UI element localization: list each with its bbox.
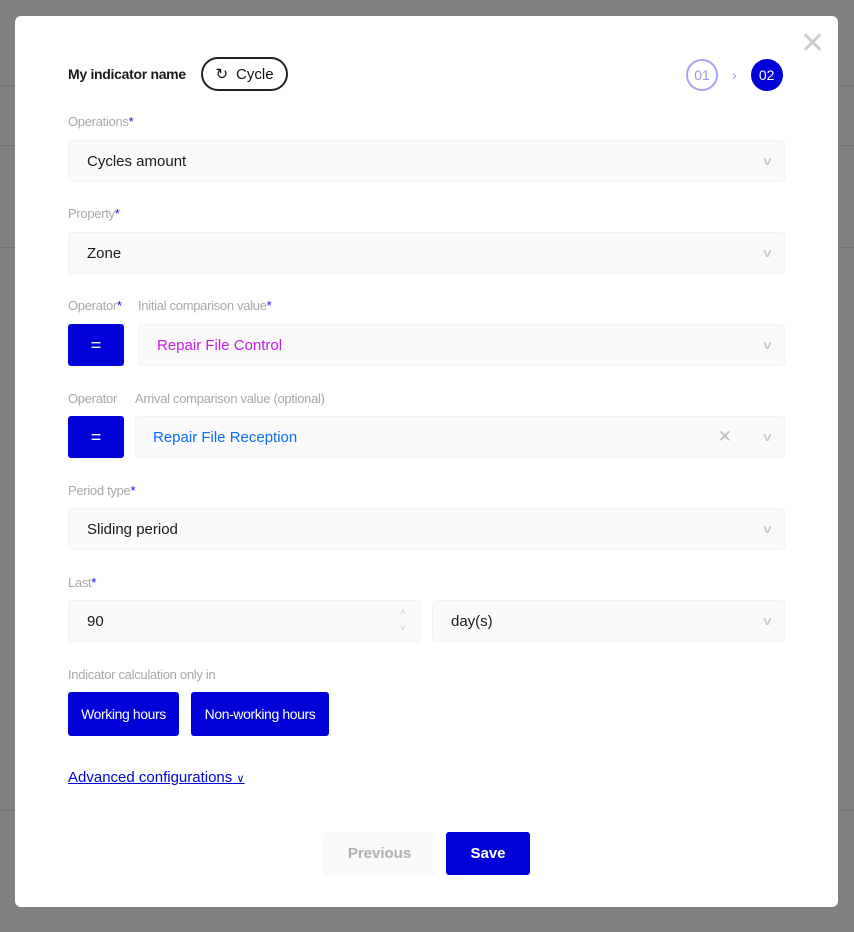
initial-operator-label: Operator* xyxy=(68,298,122,313)
step-02[interactable]: 02 xyxy=(750,59,783,91)
property-label: Property* xyxy=(68,206,120,221)
property-select[interactable]: Zone ∨ xyxy=(68,232,785,274)
property-value: Zone xyxy=(87,244,122,262)
chip-label: Cycle xyxy=(236,65,274,83)
arrival-value-label: Arrival comparison value (optional) xyxy=(135,391,325,406)
period-type-value: Sliding period xyxy=(87,520,178,538)
chevron-right-icon: › xyxy=(732,67,737,83)
calc-label: Indicator calculation only in xyxy=(68,667,216,682)
initial-value: Repair File Control xyxy=(157,336,283,354)
initial-value-select[interactable]: Repair File Control ∨ xyxy=(138,324,785,366)
last-value: 90 xyxy=(87,612,104,630)
chevron-down-icon: ∨ xyxy=(761,614,774,628)
last-unit: day(s) xyxy=(451,612,493,630)
operations-select[interactable]: Cycles amount ∨ xyxy=(68,140,785,182)
period-type-select[interactable]: Sliding period ∨ xyxy=(68,508,785,550)
arrival-operator-label: Operator xyxy=(68,391,117,406)
operations-label: Operations* xyxy=(68,114,134,129)
indicator-type-chip[interactable]: ↻ Cycle xyxy=(201,57,288,91)
last-label: Last* xyxy=(68,575,97,590)
chevron-down-icon: ∨ xyxy=(761,338,774,352)
initial-operator-button[interactable]: = xyxy=(68,324,124,366)
stepper: 01 › 02 xyxy=(686,59,783,91)
previous-button[interactable]: Previous xyxy=(323,832,436,875)
indicator-modal: ✕ My indicator name ↻ Cycle 01 › 02 Oper… xyxy=(15,16,838,907)
chevron-down-icon: ∨ xyxy=(761,522,774,536)
chevron-down-icon: ∨ xyxy=(761,430,774,444)
last-unit-select[interactable]: day(s) ∨ xyxy=(432,600,785,642)
clear-icon[interactable]: ✕ xyxy=(718,427,732,447)
period-type-label: Period type* xyxy=(68,483,136,498)
arrival-value-select[interactable]: Repair File Reception ✕ ∨ xyxy=(135,416,785,458)
working-hours-button[interactable]: Working hours xyxy=(68,692,179,736)
chevron-down-icon: ∨ xyxy=(236,773,245,785)
step-01[interactable]: 01 xyxy=(686,59,718,91)
arrival-operator-button[interactable]: = xyxy=(68,416,124,458)
advanced-configurations-link[interactable]: Advanced configurations ∨ xyxy=(68,769,245,786)
number-stepper-icon[interactable]: ˄ ˅ xyxy=(400,605,406,637)
close-icon[interactable]: ✕ xyxy=(800,29,825,59)
chevron-down-icon: ∨ xyxy=(761,246,774,260)
last-number-input[interactable]: 90 ˄ ˅ xyxy=(68,600,421,642)
save-button[interactable]: Save xyxy=(446,832,530,875)
indicator-name: My indicator name xyxy=(68,66,186,82)
refresh-icon: ↻ xyxy=(215,66,229,83)
arrival-value: Repair File Reception xyxy=(153,428,298,446)
initial-value-label: Initial comparison value* xyxy=(138,298,272,313)
operations-value: Cycles amount xyxy=(87,152,187,170)
chevron-down-icon: ∨ xyxy=(761,154,774,168)
non-working-hours-button[interactable]: Non-working hours xyxy=(191,692,329,736)
